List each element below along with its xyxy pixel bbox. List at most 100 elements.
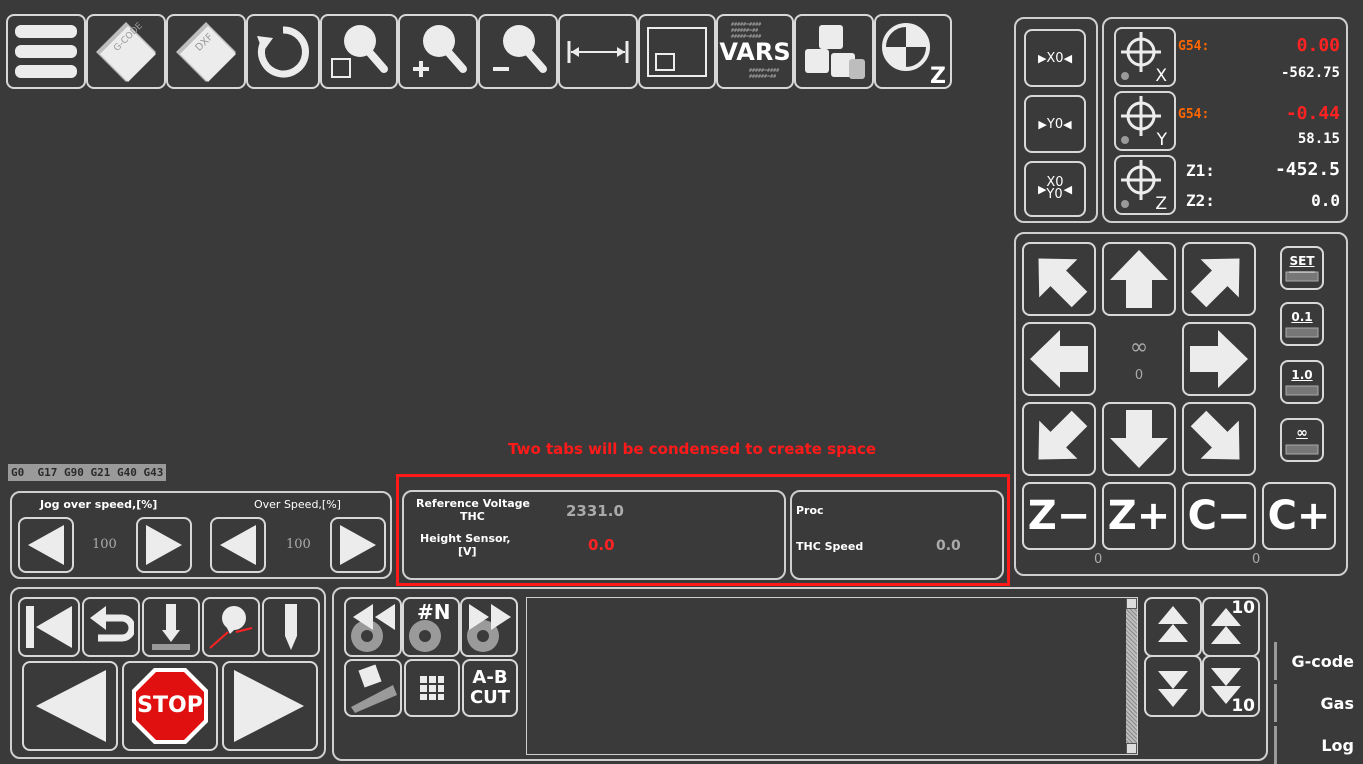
arrow-left-icon bbox=[1030, 330, 1088, 388]
step-10-button[interactable]: 1.0 bbox=[1280, 360, 1324, 404]
y-work-value: -0.44 bbox=[1285, 103, 1340, 124]
jog-up-button[interactable] bbox=[1102, 242, 1176, 316]
zoom-in-button[interactable] bbox=[398, 14, 478, 89]
zero-y-button[interactable]: ▶ Y0 ◀ bbox=[1024, 95, 1086, 153]
y-g54-label: G54: bbox=[1178, 107, 1210, 122]
jog-z-minus-button[interactable]: Z− bbox=[1022, 482, 1096, 550]
return-button[interactable] bbox=[82, 597, 140, 657]
workspace-view-button[interactable] bbox=[638, 14, 716, 89]
program-panel: #N A-B CUT 10 10 bbox=[332, 587, 1268, 761]
open-file-icon: G-CODE bbox=[96, 20, 156, 82]
probe-y-button[interactable]: Y bbox=[1114, 91, 1176, 151]
measure-button[interactable] bbox=[558, 14, 638, 89]
tab-gcode[interactable]: G-code bbox=[1274, 642, 1360, 680]
goto-line-label: #N bbox=[417, 600, 451, 624]
jog-c-plus-button[interactable]: C+ bbox=[1262, 482, 1336, 550]
scroll-up-10-button[interactable]: 10 bbox=[1202, 597, 1260, 657]
arrow-down-left-icon bbox=[1038, 410, 1088, 460]
over-speed-decrease-button[interactable] bbox=[210, 517, 266, 573]
zero-xy-button[interactable]: ▶ X0 Y0 ◀ bbox=[1024, 161, 1086, 217]
over-speed-increase-button[interactable] bbox=[330, 517, 386, 573]
grid-button[interactable] bbox=[404, 659, 460, 717]
step-01-button[interactable]: 0.1 bbox=[1280, 302, 1324, 346]
ruler-icon bbox=[1285, 271, 1319, 282]
probe-y-axis: Y bbox=[1156, 130, 1167, 150]
refresh-icon bbox=[257, 25, 309, 77]
jog-left-button[interactable] bbox=[1022, 322, 1096, 396]
arrow-right-icon bbox=[340, 525, 376, 565]
pen-icon bbox=[285, 604, 297, 650]
torch-pen-button[interactable] bbox=[262, 597, 320, 657]
tab-gcode-label: G-code bbox=[1291, 651, 1354, 671]
stop-label: STOP bbox=[137, 693, 203, 718]
step-set-button[interactable]: SET bbox=[1280, 246, 1324, 290]
x-work-value: 0.00 bbox=[1296, 35, 1340, 56]
workspace-icon bbox=[647, 26, 707, 77]
proc-label: Proc bbox=[796, 504, 824, 517]
ab-cut-button[interactable]: A-B CUT bbox=[462, 659, 518, 717]
ref-voltage-label: Reference Voltage bbox=[416, 497, 530, 510]
scroll-down-button[interactable] bbox=[1144, 655, 1202, 717]
goto-line-button[interactable]: #N bbox=[402, 597, 460, 657]
probe-x-button[interactable]: X bbox=[1114, 27, 1176, 87]
next-line-button[interactable] bbox=[460, 597, 518, 657]
torch-test-button[interactable] bbox=[142, 597, 200, 657]
zoom-fit-button[interactable] bbox=[320, 14, 398, 89]
z1-value: -452.5 bbox=[1274, 159, 1340, 180]
scroll-up-button[interactable] bbox=[1144, 597, 1202, 657]
jog-speed-increase-button[interactable] bbox=[136, 517, 192, 573]
jog-c-minus-button[interactable]: C− bbox=[1182, 482, 1256, 550]
open-file-button[interactable]: G-CODE bbox=[86, 14, 166, 89]
jog-speed-value: 100 bbox=[92, 537, 117, 552]
tab-gas[interactable]: Gas bbox=[1274, 684, 1360, 722]
triangle-left-icon: ◀ bbox=[1063, 51, 1073, 65]
crosshair-circle-icon bbox=[882, 22, 930, 71]
play-forward-icon bbox=[234, 670, 304, 742]
keycaps-icon bbox=[805, 24, 865, 79]
triangle-left-icon: ◀ bbox=[1063, 182, 1073, 196]
gcode-editor[interactable] bbox=[526, 597, 1138, 755]
ab-cut-label-top: A-B bbox=[472, 667, 508, 688]
probe-z-button[interactable]: Z bbox=[1114, 155, 1176, 215]
vars-button[interactable]: #####=#### ######=## #####=#### VARS #####… bbox=[716, 14, 794, 89]
torch-icon bbox=[152, 604, 190, 650]
zero-z-button[interactable]: Z bbox=[874, 14, 952, 89]
run-forward-button[interactable] bbox=[222, 661, 318, 751]
jog-down-right-button[interactable] bbox=[1182, 402, 1256, 476]
stop-button[interactable]: STOP bbox=[122, 661, 218, 751]
jog-up-left-button[interactable] bbox=[1022, 242, 1096, 316]
triangle-right-icon: ▶ bbox=[1037, 51, 1047, 65]
c-minus-label: C− bbox=[1187, 493, 1251, 539]
vars-label: VARS bbox=[719, 37, 791, 66]
jog-right-button[interactable] bbox=[1182, 322, 1256, 396]
menu-button[interactable] bbox=[6, 14, 86, 89]
jog-speed-decrease-button[interactable] bbox=[18, 517, 74, 573]
gcode-modal-status: G0 G17 G90 G21 G40 G43 bbox=[8, 464, 167, 481]
scroll-down-arrow-icon[interactable] bbox=[1126, 743, 1137, 754]
run-backward-button[interactable] bbox=[22, 661, 118, 751]
gcode-scrollbar[interactable] bbox=[1126, 598, 1137, 754]
step-set-label: SET bbox=[1289, 254, 1315, 268]
zoom-out-button[interactable] bbox=[478, 14, 558, 89]
step-continuous-button[interactable]: ∞ bbox=[1280, 418, 1324, 462]
vars-code-lines-bottom: #####=#### ######=## bbox=[749, 67, 780, 80]
prev-line-button[interactable] bbox=[344, 597, 402, 657]
jog-up-right-button[interactable] bbox=[1182, 242, 1256, 316]
rewind-button[interactable] bbox=[18, 597, 80, 657]
rotate-part-button[interactable] bbox=[344, 659, 402, 717]
scroll-up-arrow-icon[interactable] bbox=[1126, 598, 1137, 609]
layers-button[interactable] bbox=[794, 14, 874, 89]
y-machine-value: 58.15 bbox=[1297, 131, 1340, 147]
pierce-button[interactable] bbox=[202, 597, 260, 657]
tab-log[interactable]: Log bbox=[1274, 726, 1360, 764]
jog-down-button[interactable] bbox=[1102, 402, 1176, 476]
continuous-mode-symbol: ∞ bbox=[1129, 335, 1149, 360]
reload-button[interactable] bbox=[246, 14, 320, 89]
jog-z-plus-button[interactable]: Z+ bbox=[1102, 482, 1176, 550]
double-arrow-down-icon bbox=[1158, 671, 1188, 707]
scroll-down-10-button[interactable]: 10 bbox=[1202, 655, 1260, 717]
import-dxf-button[interactable]: DXF bbox=[166, 14, 246, 89]
ruler-icon bbox=[1285, 444, 1319, 455]
jog-down-left-button[interactable] bbox=[1022, 402, 1096, 476]
zero-x-button[interactable]: ▶ X0 ◀ bbox=[1024, 29, 1086, 87]
